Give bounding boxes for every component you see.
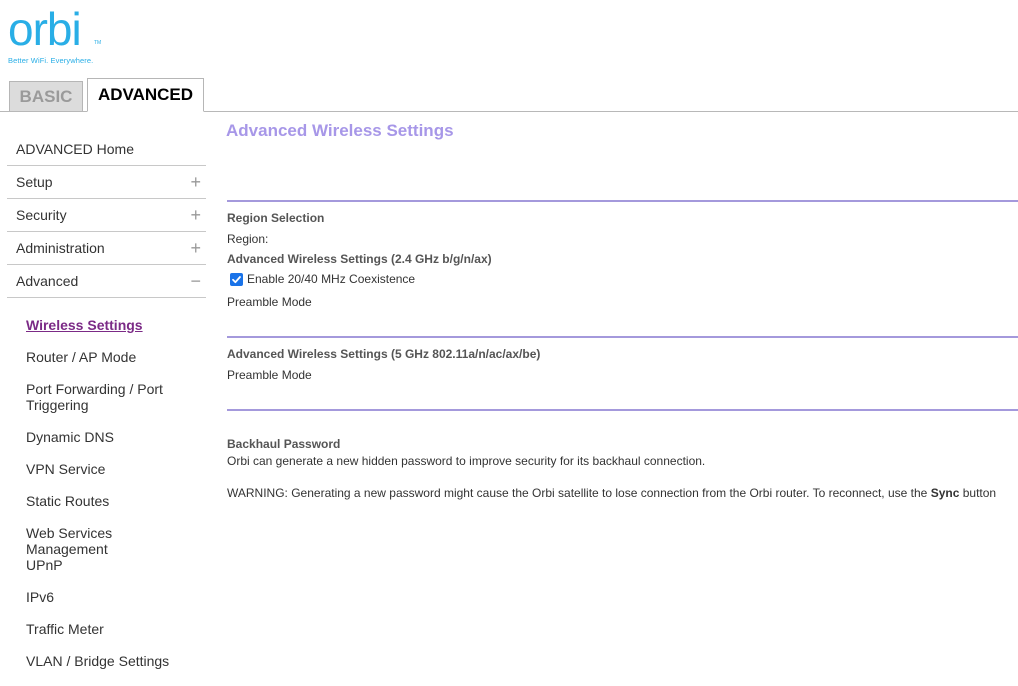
submenu-dynamic-dns[interactable]: Dynamic DNS — [26, 429, 196, 445]
logo-wordmark: orbi — [8, 3, 82, 55]
submenu-ipv6[interactable]: IPv6 — [26, 589, 196, 605]
coexistence-label: Enable 20/40 MHz Coexistence — [247, 272, 416, 286]
sidebar-item-security[interactable]: Security + — [7, 199, 206, 232]
plus-icon: + — [190, 172, 201, 192]
region-label: Region: — [227, 232, 269, 246]
preamble-mode-24-label: Preamble Mode — [227, 295, 312, 309]
backhaul-heading: Backhaul Password — [227, 437, 341, 451]
preamble-mode-5-label: Preamble Mode — [227, 368, 312, 382]
band24-heading: Advanced Wireless Settings (2.4 GHz b/g/… — [227, 252, 492, 266]
sidebar-item-label: Setup — [16, 174, 53, 190]
submenu-port-forwarding[interactable]: Port Forwarding / Port Triggering — [26, 381, 196, 413]
coexistence-checkbox[interactable] — [230, 272, 243, 286]
plus-icon: + — [190, 205, 201, 225]
tab-basic[interactable]: BASIC — [9, 81, 83, 111]
sidebar: ADVANCED Home Setup + Security + Adminis… — [7, 133, 206, 298]
backhaul-description: Orbi can generate a new hidden password … — [227, 454, 706, 468]
sidebar-item-label: Security — [16, 207, 67, 223]
sidebar-item-label: Administration — [16, 240, 105, 256]
minus-icon: − — [190, 271, 201, 291]
submenu-traffic-meter[interactable]: Traffic Meter — [26, 621, 196, 637]
submenu-vpn-service[interactable]: VPN Service — [26, 461, 196, 477]
section-divider — [227, 200, 1018, 202]
submenu-wireless-settings[interactable]: Wireless Settings — [26, 317, 196, 333]
warning-text: WARNING: Generating a new password might… — [227, 486, 928, 500]
sidebar-item-label: Advanced — [16, 273, 79, 289]
sync-keyword: Sync — [930, 486, 960, 500]
plus-icon: + — [190, 238, 201, 258]
checkmark-icon — [232, 275, 241, 283]
router-admin-page: orbi TM Better WiFi. Everywhere. BASIC A… — [0, 0, 1018, 686]
top-tabs: BASIC ADVANCED — [0, 78, 1018, 112]
sidebar-item-setup[interactable]: Setup + — [7, 166, 206, 199]
submenu-upnp[interactable]: UPnP — [26, 557, 196, 573]
submenu-vlan-bridge-settings[interactable]: VLAN / Bridge Settings — [26, 653, 196, 669]
coexistence-row: Enable 20/40 MHz Coexistence — [227, 272, 415, 286]
tab-advanced[interactable]: ADVANCED — [87, 78, 204, 112]
submenu-static-routes[interactable]: Static Routes — [26, 493, 196, 509]
submenu-web-services-management[interactable]: Web Services Management — [26, 525, 196, 557]
band5-heading: Advanced Wireless Settings (5 GHz 802.11… — [227, 347, 541, 361]
sidebar-item-advanced-home[interactable]: ADVANCED Home — [7, 133, 206, 166]
logo-trademark: TM — [94, 40, 102, 46]
sidebar-item-administration[interactable]: Administration + — [7, 232, 206, 265]
section-divider — [227, 409, 1018, 411]
page-title: Advanced Wireless Settings — [226, 121, 454, 140]
section-divider — [227, 336, 1018, 338]
sidebar-item-advanced[interactable]: Advanced − — [7, 265, 206, 298]
warning-end: button — [962, 486, 997, 500]
region-heading: Region Selection — [227, 211, 325, 225]
orbi-logo: orbi TM Better WiFi. Everywhere. — [8, 3, 101, 65]
sidebar-item-label: ADVANCED Home — [16, 141, 134, 157]
backhaul-warning: WARNING: Generating a new password might… — [227, 486, 996, 500]
submenu-router-ap-mode[interactable]: Router / AP Mode — [26, 349, 196, 365]
logo-tagline: Better WiFi. Everywhere. — [8, 56, 94, 65]
